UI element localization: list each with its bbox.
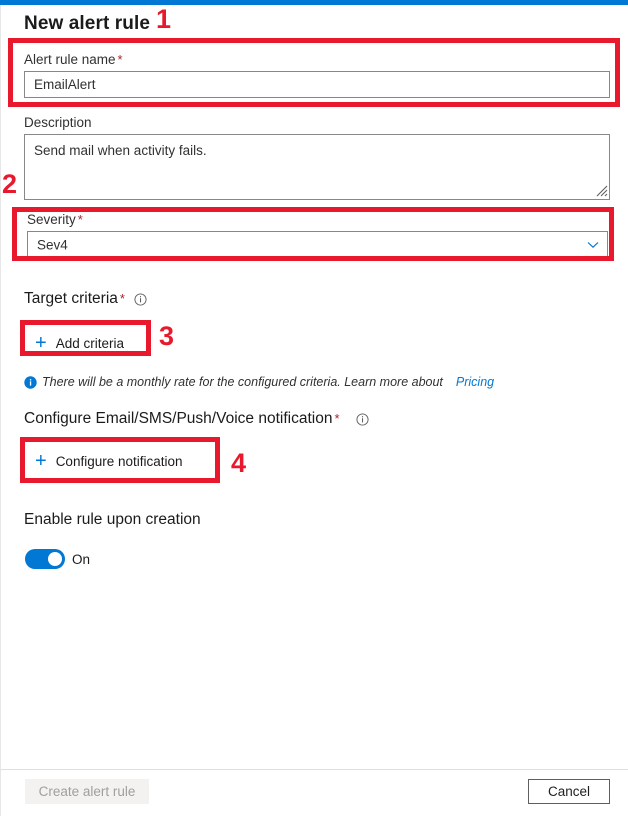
add-criteria-button[interactable]: + Add criteria [25, 330, 145, 356]
info-circle-icon[interactable] [356, 413, 369, 426]
create-alert-rule-button[interactable]: Create alert rule [25, 779, 149, 804]
enable-rule-toggle-state: On [72, 552, 91, 567]
cancel-button[interactable]: Cancel [528, 779, 610, 804]
notification-label: Configure Email/SMS/Push/Voice notificat… [24, 410, 340, 428]
alert-rule-name-input[interactable] [24, 71, 610, 98]
severity-select[interactable]: Sev4 [27, 231, 608, 258]
target-criteria-label-text: Target criteria [24, 290, 118, 307]
plus-icon: + [35, 450, 47, 472]
severity-selected-value: Sev4 [37, 237, 68, 252]
severity-select-box [27, 231, 608, 258]
pricing-hint-row: There will be a monthly rate for the con… [24, 375, 494, 389]
alert-rule-name-label: Alert rule name * [24, 52, 123, 67]
pricing-hint-text: There will be a monthly rate for the con… [42, 375, 443, 389]
footer-divider [1, 769, 628, 770]
chevron-down-icon [587, 241, 599, 249]
form-content: New alert rule Alert rule name* Descript… [0, 5, 628, 769]
target-criteria-label: Target criteria * [24, 290, 125, 308]
new-alert-rule-blade: New alert rule Alert rule name* Descript… [0, 0, 628, 816]
notification-label-text: Configure Email/SMS/Push/Voice notificat… [24, 410, 333, 427]
required-asterisk: * [334, 411, 340, 426]
description-label: Description [24, 115, 92, 130]
description-textarea[interactable] [24, 134, 610, 200]
required-asterisk: * [77, 212, 83, 227]
enable-rule-toggle[interactable] [25, 549, 65, 569]
plus-icon: + [35, 332, 47, 354]
pricing-link[interactable]: Pricing [456, 375, 494, 389]
required-asterisk: * [117, 52, 123, 67]
info-circle-icon[interactable] [134, 293, 147, 306]
severity-label: Severity * [27, 212, 83, 227]
required-asterisk: * [119, 291, 125, 306]
configure-notification-button[interactable]: + Configure notification [25, 448, 213, 474]
page-title: New alert rule [24, 13, 151, 34]
enable-rule-label: Enable rule upon creation [24, 511, 201, 528]
add-criteria-label: Add criteria [55, 335, 124, 351]
toggle-knob [48, 552, 62, 566]
alert-rule-name-label-text: Alert rule name [24, 52, 116, 67]
info-filled-icon [24, 375, 37, 389]
configure-notification-label: Configure notification [55, 453, 183, 469]
severity-label-text: Severity [27, 212, 76, 227]
